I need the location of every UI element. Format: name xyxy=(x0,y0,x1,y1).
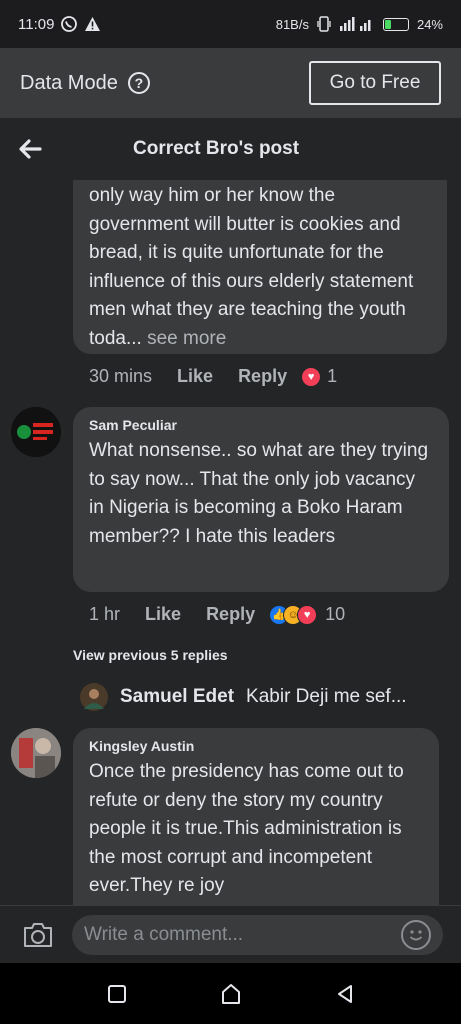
love-reaction-icon: ♥ xyxy=(301,366,322,387)
comment-bubble[interactable]: Kingsley Austin Once the presidency has … xyxy=(73,728,439,905)
battery-percent: 24% xyxy=(416,16,443,32)
love-reaction-icon: ♥ xyxy=(297,604,318,625)
reply-text: Kabir Deji me sef... xyxy=(246,686,407,707)
battery-icon xyxy=(382,17,409,31)
data-mode-bar: Data Mode ? Go to Free xyxy=(0,48,461,118)
latest-reply[interactable]: Samuel Edet Kabir Deji me sef... xyxy=(80,683,407,711)
whatsapp-icon xyxy=(61,16,78,32)
reaction-count: 1 xyxy=(327,366,338,386)
vibrate-icon xyxy=(317,16,331,32)
like-button[interactable]: Like xyxy=(177,366,213,387)
comment-author[interactable]: Kingsley Austin xyxy=(89,738,423,754)
back-nav-icon[interactable] xyxy=(335,984,355,1004)
comment-author[interactable]: Sam Peculiar xyxy=(89,417,433,433)
signal-icon xyxy=(339,17,371,31)
comment-placeholder: Write a comment... xyxy=(84,923,244,945)
comment-actions: 30 mins Like Reply ♥ 1 xyxy=(89,366,337,387)
reaction-badge[interactable]: ♥ 1 xyxy=(301,366,337,387)
post-header: Correct Bro's post xyxy=(0,118,461,180)
reply-avatar xyxy=(80,683,108,711)
page-title: Correct Bro's post xyxy=(133,138,300,159)
camera-icon xyxy=(24,922,52,947)
status-time: 11:09 xyxy=(18,15,55,33)
recent-apps-icon[interactable] xyxy=(107,984,127,1004)
go-to-free-button[interactable]: Go to Free xyxy=(309,61,441,105)
comment-bubble[interactable]: only way him or her know the government … xyxy=(73,180,447,354)
data-mode-text: Data Mode xyxy=(20,71,118,94)
like-button[interactable]: Like xyxy=(145,604,181,625)
avatar[interactable] xyxy=(11,407,61,457)
warning-icon xyxy=(85,17,101,31)
back-button[interactable] xyxy=(0,118,60,180)
status-bar: 11:09 81B/s 24% xyxy=(0,0,461,48)
help-icon[interactable]: ? xyxy=(127,72,150,94)
home-icon[interactable] xyxy=(220,983,242,1005)
comment-input[interactable]: Write a comment... xyxy=(72,914,443,955)
avatar[interactable] xyxy=(11,728,61,778)
reply-author[interactable]: Samuel Edet xyxy=(120,686,234,708)
camera-button[interactable] xyxy=(18,915,58,955)
comment-composer: Write a comment... xyxy=(0,905,461,963)
view-previous-replies-link[interactable]: View previous 5 replies xyxy=(73,647,228,663)
network-speed: 81B/s xyxy=(275,16,309,32)
comment-bubble[interactable]: Sam Peculiar What nonsense.. so what are… xyxy=(73,407,449,592)
reaction-badge[interactable]: 👍 ☺ ♥ 10 xyxy=(269,604,345,625)
avatar-image xyxy=(11,407,61,457)
comment-body: only way him or her know the government … xyxy=(89,185,414,349)
back-arrow-icon xyxy=(19,139,42,159)
comment-time: 1 hr xyxy=(89,604,121,624)
comments-list[interactable]: only way him or her know the government … xyxy=(0,180,461,905)
reaction-count: 10 xyxy=(325,604,346,624)
comment-text: only way him or her know the government … xyxy=(89,182,431,353)
reply-button[interactable]: Reply xyxy=(206,604,255,625)
data-mode-label[interactable]: Data Mode ? xyxy=(20,72,150,95)
comment-time: 30 mins xyxy=(89,366,153,386)
comment-text: Once the presidency has come out to refu… xyxy=(89,761,404,896)
reply-button[interactable]: Reply xyxy=(238,366,287,387)
emoji-icon[interactable] xyxy=(401,919,431,950)
comment-text: What nonsense.. so what are they trying … xyxy=(89,440,429,547)
system-navigation-bar xyxy=(0,963,461,1024)
avatar-image xyxy=(11,728,61,778)
see-more-link[interactable]: see more xyxy=(142,328,226,349)
comment-actions: 1 hr Like Reply 👍 ☺ ♥ 10 xyxy=(89,604,345,625)
